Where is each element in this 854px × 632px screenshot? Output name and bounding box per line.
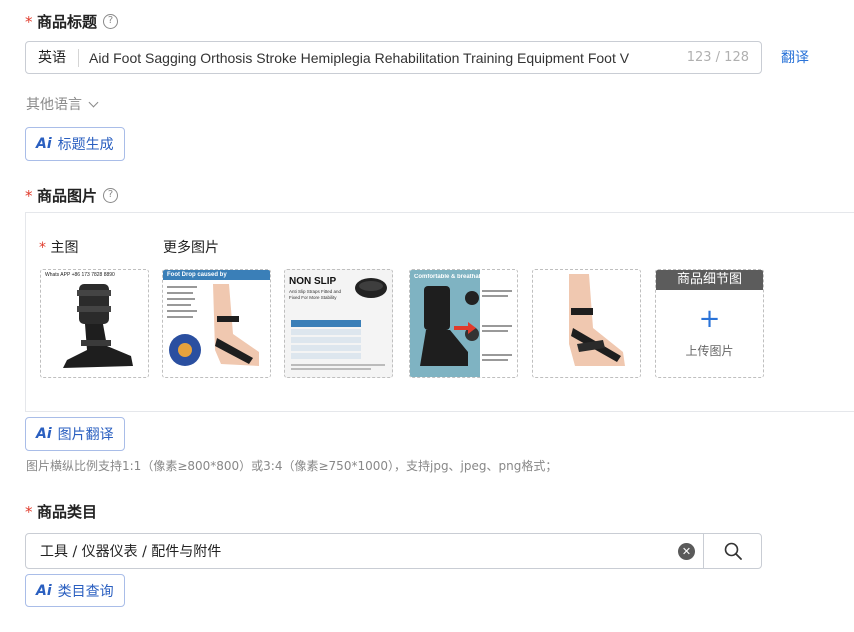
detail-image-header: 商品细节图 bbox=[656, 270, 763, 290]
category-input[interactable]: 工具 / 仪器仪表 / 配件与附件 ✕ bbox=[25, 533, 762, 569]
category-value[interactable]: 工具 / 仪器仪表 / 配件与附件 bbox=[26, 541, 678, 561]
language-tag[interactable]: 英语 bbox=[38, 48, 79, 67]
ai-category-query-label: 类目查询 bbox=[57, 583, 114, 600]
ai-image-translate-button[interactable]: Ai 图片翻译 bbox=[25, 417, 125, 451]
search-button[interactable] bbox=[703, 534, 761, 568]
ai-icon: Ai bbox=[36, 426, 52, 442]
title-value[interactable]: Aid Foot Sagging Orthosis Stroke Hemiple… bbox=[79, 50, 683, 66]
foot-drop-image bbox=[167, 284, 259, 366]
ankle-brace-image bbox=[569, 274, 625, 366]
ai-icon: Ai bbox=[36, 136, 52, 152]
foot-orthosis-image bbox=[63, 284, 133, 368]
size-table-graphic bbox=[291, 320, 385, 370]
thumb-caption: Foot Drop caused by bbox=[163, 270, 270, 280]
more-images-label: 更多图片 bbox=[163, 240, 219, 256]
search-icon bbox=[724, 542, 742, 560]
required-mark: * bbox=[25, 503, 33, 521]
title-input[interactable]: 英语 Aid Foot Sagging Orthosis Stroke Hemi… bbox=[25, 41, 762, 74]
main-image-thumb[interactable]: Whats APP +86 173 7828 8890 bbox=[40, 269, 149, 378]
lining-image bbox=[420, 286, 512, 366]
more-image-thumb[interactable]: NON SLIP Anti Slip Straps Fitted and Fix… bbox=[284, 269, 393, 378]
ai-title-generate-button[interactable]: Ai 标题生成 bbox=[25, 127, 125, 161]
clear-icon[interactable]: ✕ bbox=[678, 542, 695, 560]
other-languages-label: 其他语言 bbox=[26, 97, 82, 113]
thumb-caption: Whats APP +86 173 7828 8890 bbox=[45, 272, 115, 278]
upload-image-label: 上传图片 bbox=[685, 344, 734, 358]
help-icon[interactable]: ? bbox=[103, 187, 119, 203]
help-icon[interactable]: ? bbox=[103, 13, 119, 29]
char-counter: 123 / 128 bbox=[686, 50, 749, 65]
detail-image-upload[interactable]: 商品细节图 + 上传图片 bbox=[655, 269, 764, 378]
ai-icon: Ai bbox=[36, 582, 52, 599]
other-languages-toggle[interactable]: 其他语言 bbox=[26, 94, 99, 114]
required-mark: * bbox=[39, 240, 46, 256]
title-label: 商品标题 bbox=[37, 12, 98, 31]
plus-icon: + bbox=[698, 304, 721, 334]
category-label: 商品类目 bbox=[37, 502, 98, 521]
ai-title-generate-label: 标题生成 bbox=[57, 137, 114, 153]
image-format-hint: 图片横纵比例支持1:1（像素≥800*800）或3:4（像素≥750*1000）… bbox=[26, 459, 558, 473]
more-image-thumb[interactable]: Foot Drop caused by bbox=[162, 269, 271, 378]
main-image-heading: * 主图 bbox=[39, 237, 78, 257]
required-mark: * bbox=[25, 13, 33, 31]
image-label: 商品图片 bbox=[37, 186, 98, 205]
required-mark: * bbox=[25, 187, 33, 205]
more-image-thumb[interactable]: Comfortable & breathable lining bbox=[409, 269, 518, 378]
category-label-row: * 商品类目 bbox=[25, 500, 97, 522]
image-label-row: * 商品图片 ? bbox=[25, 184, 119, 206]
more-image-thumb[interactable] bbox=[532, 269, 641, 378]
image-panel: * 主图 更多图片 Whats APP +86 173 7828 8890 Fo… bbox=[25, 212, 854, 412]
main-image-label: 主图 bbox=[50, 240, 79, 256]
ai-category-query-button[interactable]: Ai 类目查询 bbox=[25, 574, 125, 607]
translate-link[interactable]: 翻译 bbox=[781, 47, 809, 67]
title-label-row: * 商品标题 ? bbox=[25, 10, 119, 32]
chevron-down-icon bbox=[88, 97, 99, 107]
ai-image-translate-label: 图片翻译 bbox=[57, 427, 114, 443]
